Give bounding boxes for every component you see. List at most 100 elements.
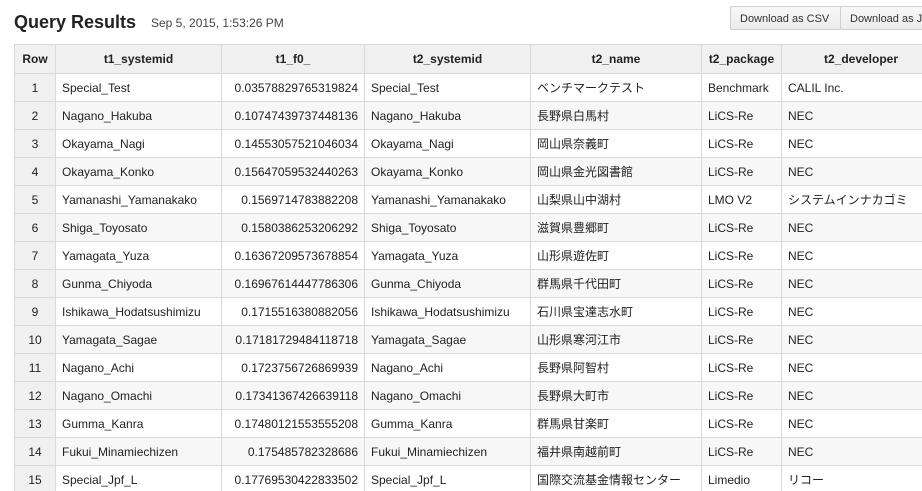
- table-row: 14 Fukui_Minamiechizen 0.175485782328686 Fu…: [14, 437, 922, 466]
- t2-package-cell: LiCS-Re: [701, 353, 782, 382]
- t2-name-cell: 福井県南越前町: [530, 437, 702, 466]
- download-csv-button[interactable]: Download as CSV: [730, 6, 841, 30]
- t1-f0-cell: 0.17769530422833502: [221, 465, 365, 491]
- t2-systemid-cell: Special_Jpf_L: [364, 465, 531, 491]
- t2-systemid-cell: Special_Test: [364, 73, 531, 102]
- row-number: 10: [14, 325, 56, 354]
- t1-systemid-cell: Nagano_Achi: [55, 353, 222, 382]
- t2-name-cell: 群馬県千代田町: [530, 269, 702, 298]
- t1-f0-cell: 0.1580386253206292: [221, 213, 365, 242]
- t2-name-cell: 石川県宝達志水町: [530, 297, 702, 326]
- t1-systemid-cell: Yamagata_Sagae: [55, 325, 222, 354]
- page-title: Query Results: [14, 12, 137, 32]
- download-json-button[interactable]: Download as JSON: [840, 6, 922, 30]
- t2-systemid-cell: Shiga_Toyosato: [364, 213, 531, 242]
- t1-systemid-cell: Gunma_Chiyoda: [55, 269, 222, 298]
- query-timestamp: Sep 5, 2015, 1:53:26 PM: [151, 16, 284, 30]
- table-row: 9 Ishikawa_Hodatsushimizu 0.17155163808820…: [14, 297, 922, 326]
- table-row: 4 Okayama_Konko 0.15647059532440263 Okayama…: [14, 157, 922, 186]
- t2-systemid-cell: Nagano_Omachi: [364, 381, 531, 410]
- t2-package-cell: LiCS-Re: [701, 241, 782, 270]
- header-row: Row t1_systemid t1_f0_ t2_systemid t2_na…: [14, 44, 922, 74]
- t1-systemid-cell: Special_Jpf_L: [55, 465, 222, 491]
- row-number: 2: [14, 101, 56, 130]
- column-header-row[interactable]: Row: [14, 44, 56, 74]
- t2-name-cell: 岡山県奈義町: [530, 129, 702, 158]
- row-number: 1: [14, 73, 56, 102]
- t2-name-cell: ベンチマークテスト: [530, 73, 702, 102]
- t1-systemid-cell: Yamagata_Yuza: [55, 241, 222, 270]
- t1-systemid-cell: Shiga_Toyosato: [55, 213, 222, 242]
- t2-package-cell: LiCS-Re: [701, 101, 782, 130]
- column-header-t2-package[interactable]: t2_package: [701, 44, 782, 74]
- row-number: 7: [14, 241, 56, 270]
- t2-package-cell: LiCS-Re: [701, 381, 782, 410]
- t1-systemid-cell: Nagano_Omachi: [55, 381, 222, 410]
- t2-package-cell: LiCS-Re: [701, 297, 782, 326]
- column-header-t2-name[interactable]: t2_name: [530, 44, 702, 74]
- t2-developer-cell: NEC: [781, 353, 922, 382]
- table-row: 5 Yamanashi_Yamanakako 0.1569714783882208 Y…: [14, 185, 922, 214]
- row-number: 12: [14, 381, 56, 410]
- t2-systemid-cell: Yamanashi_Yamanakako: [364, 185, 531, 214]
- t2-developer-cell: NEC: [781, 269, 922, 298]
- t2-systemid-cell: Okayama_Nagi: [364, 129, 531, 158]
- t2-package-cell: LiCS-Re: [701, 129, 782, 158]
- t2-systemid-cell: Yamagata_Sagae: [364, 325, 531, 354]
- t1-f0-cell: 0.1715516380882056: [221, 297, 365, 326]
- row-number: 5: [14, 185, 56, 214]
- t2-systemid-cell: Nagano_Hakuba: [364, 101, 531, 130]
- row-number: 3: [14, 129, 56, 158]
- t2-name-cell: 長野県阿智村: [530, 353, 702, 382]
- t2-developer-cell: CALIL Inc.: [781, 73, 922, 102]
- t2-package-cell: LiCS-Re: [701, 213, 782, 242]
- row-number: 11: [14, 353, 56, 382]
- row-number: 4: [14, 157, 56, 186]
- t2-systemid-cell: Nagano_Achi: [364, 353, 531, 382]
- t1-systemid-cell: Special_Test: [55, 73, 222, 102]
- t2-name-cell: 山形県遊佐町: [530, 241, 702, 270]
- t2-name-cell: 国際交流基金情報センター: [530, 465, 702, 491]
- t1-f0-cell: 0.175485782328686: [221, 437, 365, 466]
- table-row: 11 Nagano_Achi 0.1723756726869939 Nagano_Ac…: [14, 353, 922, 382]
- t1-f0-cell: 0.15647059532440263: [221, 157, 365, 186]
- table-row: 12 Nagano_Omachi 0.17341367426639118 Nagano…: [14, 381, 922, 410]
- t2-name-cell: 長野県大町市: [530, 381, 702, 410]
- column-header-t2-systemid[interactable]: t2_systemid: [364, 44, 531, 74]
- t2-package-cell: LMO V2: [701, 185, 782, 214]
- t1-f0-cell: 0.03578829765319824: [221, 73, 365, 102]
- t2-developer-cell: NEC: [781, 437, 922, 466]
- t2-package-cell: Limedio: [701, 465, 782, 491]
- table-row: 15 Special_Jpf_L 0.17769530422833502 Specia…: [14, 465, 922, 491]
- row-number: 8: [14, 269, 56, 298]
- column-header-t1-systemid[interactable]: t1_systemid: [55, 44, 222, 74]
- t1-systemid-cell: Okayama_Konko: [55, 157, 222, 186]
- row-number: 9: [14, 297, 56, 326]
- results-table-container[interactable]: Row t1_systemid t1_f0_ t2_systemid t2_na…: [14, 44, 922, 491]
- t2-package-cell: LiCS-Re: [701, 157, 782, 186]
- row-number: 6: [14, 213, 56, 242]
- t2-name-cell: 岡山県金光図書館: [530, 157, 702, 186]
- t1-systemid-cell: Gumma_Kanra: [55, 409, 222, 438]
- t1-f0-cell: 0.14553057521046034: [221, 129, 365, 158]
- t1-f0-cell: 0.17341367426639118: [221, 381, 365, 410]
- table-row: 3 Okayama_Nagi 0.14553057521046034 Okayama_…: [14, 129, 922, 158]
- t1-systemid-cell: Nagano_Hakuba: [55, 101, 222, 130]
- t1-systemid-cell: Okayama_Nagi: [55, 129, 222, 158]
- t2-systemid-cell: Ishikawa_Hodatsushimizu: [364, 297, 531, 326]
- column-header-t1-f0[interactable]: t1_f0_: [221, 44, 365, 74]
- t2-name-cell: 山形県寒河江市: [530, 325, 702, 354]
- t2-developer-cell: NEC: [781, 129, 922, 158]
- t2-developer-cell: システムインナカゴミ: [781, 185, 922, 214]
- t1-f0-cell: 0.17480121553555208: [221, 409, 365, 438]
- t1-f0-cell: 0.16967614447786306: [221, 269, 365, 298]
- t2-package-cell: LiCS-Re: [701, 409, 782, 438]
- t2-systemid-cell: Yamagata_Yuza: [364, 241, 531, 270]
- t2-developer-cell: NEC: [781, 101, 922, 130]
- t2-developer-cell: NEC: [781, 157, 922, 186]
- t2-name-cell: 山梨県山中湖村: [530, 185, 702, 214]
- t2-developer-cell: NEC: [781, 381, 922, 410]
- row-number: 15: [14, 465, 56, 491]
- t2-name-cell: 長野県白馬村: [530, 101, 702, 130]
- column-header-t2-developer[interactable]: t2_developer: [781, 44, 922, 74]
